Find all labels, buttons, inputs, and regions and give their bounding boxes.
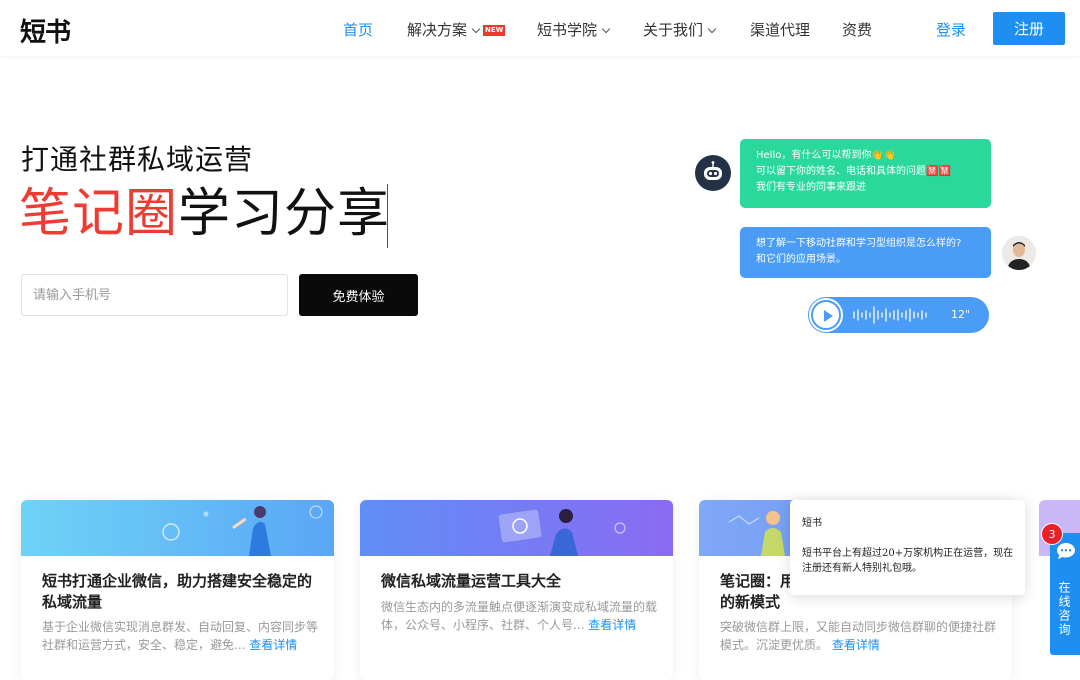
hero-subtitle: 打通社群私域运营 bbox=[21, 143, 254, 176]
card-title: 微信私域流量运营工具大全 bbox=[381, 572, 562, 590]
article-card[interactable]: 短书打通企业微信，助力搭建安全稳定的私域流量 基于企业微信实现消息群发、自动回复… bbox=[21, 500, 334, 680]
chat-bubble-icon bbox=[1057, 543, 1075, 559]
popup-message: 短书平台上有超过20+万家机构正在运营，现在注册还有新人特别礼包哦。 bbox=[802, 548, 1014, 574]
nav-item-label: 解决方案 bbox=[407, 21, 468, 39]
bot-message-line: Hello，有什么可以帮到你👋👋 bbox=[756, 150, 897, 161]
nav-item-label: 首页 bbox=[343, 21, 374, 39]
unread-count-badge: 3 bbox=[1041, 523, 1063, 545]
card-description: 突破微信群上限，又能自动同步微信群聊的便捷社群模式。沉淀更优质。 查看详情 bbox=[720, 618, 1000, 654]
free-trial-button[interactable]: 免费体验 bbox=[299, 274, 418, 316]
chevron-down-icon bbox=[707, 24, 717, 34]
nav-item-home[interactable]: 首页 bbox=[343, 19, 373, 40]
hero-title-highlight: 笔记圈 bbox=[19, 184, 179, 244]
card-description: 微信生态内的多流量触点便逐渐演变成私域流量的载体，公众号、小程序、社群、个人号.… bbox=[381, 598, 661, 634]
online-consult-tab[interactable]: 在线咨询 bbox=[1050, 533, 1080, 655]
voice-duration: 12" bbox=[951, 308, 971, 321]
chat-popup[interactable]: 短书 短书平台上有超过20+万家机构正在运营，现在注册还有新人特别礼包哦。 bbox=[790, 500, 1025, 595]
popup-sender: 短书 bbox=[802, 518, 822, 529]
register-button[interactable]: 注册 bbox=[993, 12, 1065, 45]
new-badge: NEW bbox=[483, 25, 506, 36]
nav-item-solutions[interactable]: 解决方案 NEW bbox=[407, 19, 506, 40]
nav-item-label: 短书学院 bbox=[537, 21, 598, 39]
nav-item-channel[interactable]: 渠道代理 bbox=[750, 19, 810, 40]
card-title: 短书打通企业微信，助力搭建安全稳定的私域流量 bbox=[42, 572, 313, 611]
user-message-bubble: 想了解一下移动社群和学习型组织是怎么样的? 和它们的应用场景。 bbox=[740, 227, 991, 278]
hero-title-text: 学习分享 bbox=[178, 184, 391, 244]
card-title-line: 的新模式 bbox=[720, 593, 781, 611]
user-avatar bbox=[1002, 236, 1036, 270]
nav-item-label: 资费 bbox=[842, 21, 873, 39]
nav-item-label: 渠道代理 bbox=[750, 21, 811, 39]
nav-item-about[interactable]: 关于我们 bbox=[643, 19, 717, 40]
article-card[interactable]: 微信私域流量运营工具大全 微信生态内的多流量触点便逐渐演变成私域流量的载体，公众… bbox=[360, 500, 673, 680]
robot-icon bbox=[695, 155, 731, 191]
nav-item-label: 关于我们 bbox=[643, 21, 704, 39]
bot-message-line: 我们有专业的同事来跟进 bbox=[756, 182, 866, 193]
user-message-line: 想了解一下移动社群和学习型组织是怎么样的? bbox=[756, 238, 962, 249]
play-icon[interactable] bbox=[811, 300, 841, 330]
card-banner bbox=[21, 500, 334, 556]
card-banner bbox=[360, 500, 673, 556]
chevron-down-icon bbox=[601, 24, 611, 34]
chevron-down-icon bbox=[471, 24, 481, 34]
card-more-link[interactable]: 查看详情 bbox=[249, 638, 297, 652]
hero-title: 笔记圈学习分享 bbox=[19, 180, 390, 248]
waveform-icon bbox=[853, 306, 927, 324]
bot-message-bubble: Hello，有什么可以帮到你👋👋 可以留下你的姓名、电话和具体的问题🈲🈲 我们有… bbox=[740, 139, 991, 208]
bot-message-line: 可以留下你的姓名、电话和具体的问题🈲🈲 bbox=[756, 166, 951, 177]
card-description: 基于企业微信实现消息群发、自动回复、内容同步等社群和运营方式，安全、稳定，避免.… bbox=[42, 618, 322, 654]
voice-message[interactable]: 12" bbox=[808, 297, 989, 333]
card-more-link[interactable]: 查看详情 bbox=[832, 638, 880, 652]
nav-item-pricing[interactable]: 资费 bbox=[842, 19, 872, 40]
consult-label: 在线咨询 bbox=[1057, 581, 1071, 637]
typing-cursor bbox=[387, 184, 388, 248]
phone-input[interactable] bbox=[21, 274, 288, 316]
nav-item-academy[interactable]: 短书学院 bbox=[537, 19, 611, 40]
top-navbar: 短书 首页 解决方案 NEW 短书学院 关于我们 渠道代理 资费 登录 注册 bbox=[0, 0, 1080, 56]
logo[interactable]: 短书 bbox=[20, 12, 71, 49]
card-more-link[interactable]: 查看详情 bbox=[588, 618, 636, 632]
login-link[interactable]: 登录 bbox=[936, 19, 966, 40]
user-message-line: 和它们的应用场景。 bbox=[756, 254, 846, 265]
